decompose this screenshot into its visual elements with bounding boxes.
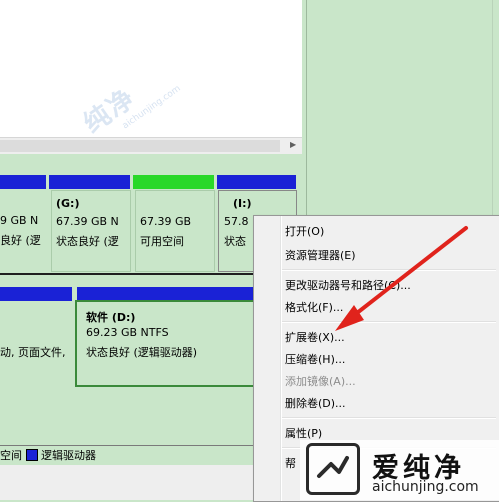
triangle-right-icon[interactable]: ▶ bbox=[290, 140, 296, 149]
partition-status: 可用空间 bbox=[140, 235, 184, 248]
partition-status: 状态 bbox=[224, 235, 246, 248]
menu-item-delete-volume[interactable]: 删除卷(D)... bbox=[285, 395, 346, 411]
menu-item-help[interactable]: 帮 bbox=[285, 455, 296, 471]
menu-item-explorer[interactable]: 资源管理器(E) bbox=[285, 247, 356, 263]
menu-separator bbox=[282, 321, 496, 323]
partition-size: 67.39 GB N bbox=[56, 215, 119, 228]
menu-item-properties[interactable]: 属性(P) bbox=[285, 425, 322, 441]
partition-status: 动, 页面文件, bbox=[0, 346, 66, 359]
partition-label: (G:) bbox=[56, 197, 80, 210]
aichunjing-logo-icon bbox=[306, 443, 360, 495]
partition-bar bbox=[0, 287, 72, 301]
menu-gutter-highlight bbox=[281, 216, 282, 501]
partition-label: (I:) bbox=[233, 197, 252, 210]
logo-watermark-url: aichunjing.com bbox=[372, 479, 479, 495]
partition-system[interactable]: 动, 页面文件, bbox=[0, 302, 70, 382]
partition-status: 良好 (逻 bbox=[0, 234, 41, 247]
menu-item-add-mirror: 添加镜像(A)... bbox=[285, 375, 356, 388]
partition-size: 69.23 GB NTFS bbox=[86, 326, 169, 339]
partition-free-space[interactable]: 67.39 GB 可用空间 bbox=[135, 190, 215, 272]
partition-bar bbox=[0, 175, 46, 189]
free-space-bar bbox=[133, 175, 214, 189]
menu-item-change-drive-letter[interactable]: 更改驱动器号和路径(C)... bbox=[285, 277, 411, 293]
partition-bar bbox=[217, 175, 296, 189]
partition-volume-1[interactable]: 9 GB N 良好 (逻 bbox=[0, 190, 44, 270]
partition-size: 67.39 GB bbox=[140, 215, 192, 228]
partition-bar bbox=[49, 175, 130, 189]
legend-free-space-label: 空间 bbox=[0, 449, 22, 462]
menu-separator bbox=[282, 417, 496, 419]
scrollbar-thumb[interactable] bbox=[0, 140, 280, 152]
menu-item-extend-volume[interactable]: 扩展卷(X)... bbox=[285, 329, 345, 345]
partition-volume-g[interactable]: (G:) 67.39 GB N 状态良好 (逻 bbox=[51, 190, 131, 272]
partition-label: 软件 (D:) bbox=[86, 311, 136, 324]
partition-status: 状态良好 (逻 bbox=[56, 235, 119, 248]
partition-size: 57.8 bbox=[224, 215, 249, 228]
partition-size: 9 GB N bbox=[0, 214, 39, 227]
legend-logical-drive-swatch bbox=[26, 449, 38, 461]
menu-separator bbox=[282, 269, 496, 271]
menu-item-open[interactable]: 打开(O) bbox=[285, 223, 324, 239]
legend-logical-drive-label: 逻辑驱动器 bbox=[41, 449, 96, 462]
partition-status: 状态良好 (逻辑驱动器) bbox=[86, 346, 198, 359]
menu-item-shrink-volume[interactable]: 压缩卷(H)... bbox=[285, 351, 345, 367]
menu-item-format[interactable]: 格式化(F)... bbox=[285, 299, 343, 315]
